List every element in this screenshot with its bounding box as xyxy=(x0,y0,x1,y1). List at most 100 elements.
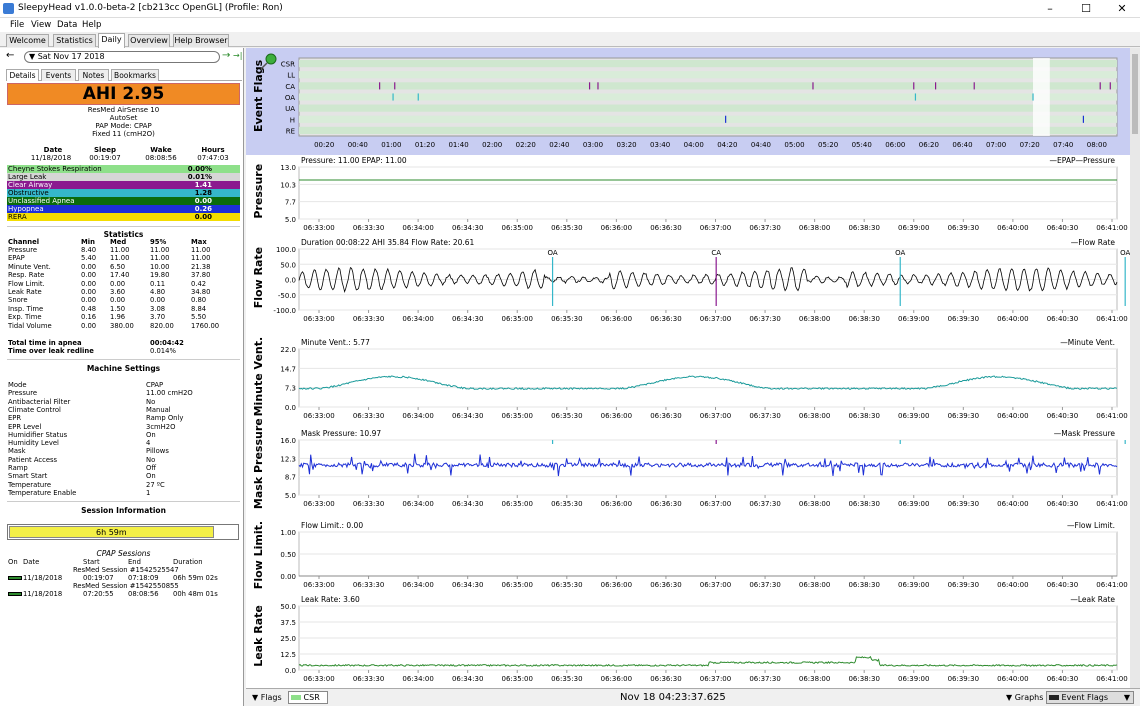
y-tick-label: 7.3 xyxy=(285,385,296,393)
hours-value: 07:47:03 xyxy=(197,154,229,162)
machine-setting-row: Humidity Level 4 xyxy=(7,439,240,447)
tab-help-browser[interactable]: Help Browser xyxy=(173,34,229,47)
setting-name: Patient Access xyxy=(8,455,58,464)
y-tick-label: 25.0 xyxy=(280,635,296,643)
next-day-arrow-icon[interactable]: → xyxy=(222,50,230,61)
flag-row-band xyxy=(299,126,1117,134)
time-tick: 00:40 xyxy=(348,141,368,149)
x-tick-label: 06:39:30 xyxy=(948,675,979,683)
last-day-arrow-icon[interactable]: →| xyxy=(233,51,242,60)
stat-value: 0.00 xyxy=(110,279,126,288)
stat-value: 0.00 xyxy=(81,279,97,288)
stat-value: 0.00 xyxy=(81,262,97,271)
graphs-toggle[interactable]: ▼ Graphs xyxy=(1006,693,1043,702)
tab-daily[interactable]: Daily xyxy=(98,33,125,48)
tab-statistics[interactable]: Statistics xyxy=(53,34,96,47)
menu-view[interactable]: View xyxy=(31,20,51,30)
session-enabled-checkbox[interactable] xyxy=(8,592,22,596)
x-tick-label: 06:33:30 xyxy=(353,581,384,589)
y-tick-label: 50.0 xyxy=(280,261,296,269)
graph-legend: —Mask Pressure xyxy=(1054,429,1116,438)
graph-header: Pressure: 11.00 EPAP: 11.00 xyxy=(301,156,407,165)
apnea-time-value: 00:04:42 xyxy=(150,339,184,347)
x-tick-label: 06:37:00 xyxy=(700,224,731,232)
flag-row-label: UA xyxy=(285,105,295,113)
menu-file[interactable]: File xyxy=(10,20,24,30)
tab-overview[interactable]: Overview xyxy=(128,34,170,47)
session-row[interactable]: 11/18/2018 00:19:07 07:18:09 06h 59m 02s xyxy=(7,574,240,582)
x-tick-label: 06:35:30 xyxy=(551,412,582,420)
event-marker-label: OA xyxy=(1120,249,1130,257)
detail-tabs: Details Events Notes Bookmarks xyxy=(6,69,242,81)
y-tick-label: -50.0 xyxy=(278,292,296,300)
time-tick: 02:00 xyxy=(482,141,502,149)
y-tick-label: 0.50 xyxy=(280,551,296,559)
graph-minvent[interactable] xyxy=(298,348,1118,410)
x-tick-label: 06:37:00 xyxy=(700,675,731,683)
flag-row-band xyxy=(299,71,1117,79)
time-tick: 07:40 xyxy=(1053,141,1073,149)
x-tick-label: 06:39:30 xyxy=(948,224,979,232)
menu-data[interactable]: Data xyxy=(57,20,77,30)
graphs-dropdown[interactable]: Event Flags ▼ xyxy=(1046,691,1134,704)
graphs-canvas[interactable]: CSR LL CA OA UA H RE 00:20 00:40 01:00 01:20 01:40 0… xyxy=(246,48,1140,688)
stat-header: Channel xyxy=(8,238,40,246)
subtab-notes[interactable]: Notes xyxy=(78,69,109,81)
graph-flowlim[interactable] xyxy=(298,531,1118,579)
y-tick-label: 0.00 xyxy=(280,573,296,581)
csr-color-swatch xyxy=(291,695,301,700)
graph-scrollbar[interactable] xyxy=(1130,48,1140,688)
event-index-row: Obstructive 1.28 xyxy=(7,189,240,197)
event-value: 0.00 xyxy=(194,197,212,205)
stat-value: 11.00 xyxy=(150,246,170,254)
scroll-thumb[interactable] xyxy=(1132,54,1138,134)
x-tick-label: 06:39:30 xyxy=(948,315,979,323)
stat-value: 0.16 xyxy=(81,313,97,322)
stat-value: 0.00 xyxy=(81,288,97,296)
x-tick-label: 06:35:30 xyxy=(551,224,582,232)
x-tick-label: 06:35:30 xyxy=(551,675,582,683)
x-tick-label: 06:40:30 xyxy=(1047,224,1078,232)
graph-pressure[interactable] xyxy=(298,166,1118,222)
y-tick-label: 8.7 xyxy=(285,474,296,482)
setting-name: Ramp xyxy=(8,464,28,472)
x-tick-label: 06:33:30 xyxy=(353,315,384,323)
tab-welcome[interactable]: Welcome xyxy=(6,34,49,47)
x-tick-label: 06:33:00 xyxy=(303,224,334,232)
flags-toggle[interactable]: ▼ Flags xyxy=(252,693,282,702)
maximize-button[interactable]: ☐ xyxy=(1068,0,1104,18)
session-row[interactable]: 11/18/2018 07:20:55 08:08:56 00h 48m 01s xyxy=(7,590,240,598)
divider xyxy=(7,226,240,227)
minimize-button[interactable]: – xyxy=(1032,0,1068,18)
hours-header: Hours xyxy=(201,146,225,154)
close-button[interactable]: ✕ xyxy=(1104,0,1140,18)
stat-channel: Insp. Time xyxy=(8,304,44,313)
stat-header: Max xyxy=(191,238,207,246)
menu-help[interactable]: Help xyxy=(82,20,101,30)
machine-setting-row: Mask Pillows xyxy=(7,447,240,455)
graph-leak[interactable] xyxy=(298,605,1118,673)
flags-dropdown[interactable]: CSR xyxy=(288,691,328,704)
sleep-header: Sleep xyxy=(94,146,116,154)
subtab-bookmarks[interactable]: Bookmarks xyxy=(111,69,159,81)
graph-mask[interactable] xyxy=(298,439,1140,498)
time-tick: 01:40 xyxy=(448,141,468,149)
machine-setting-row: Antibacterial Filter No xyxy=(7,398,240,406)
x-tick-label: 06:34:30 xyxy=(452,500,483,508)
x-tick-label: 06:34:30 xyxy=(452,581,483,589)
session-timeline-bar[interactable]: 6h 59m xyxy=(7,524,239,540)
bottom-bar: ▼ Flags CSR Nov 18 04:23:37.625 ▼ Graphs… xyxy=(246,688,1140,706)
subtab-events[interactable]: Events xyxy=(41,69,76,81)
graph-flow[interactable] xyxy=(298,248,1140,313)
statistics-row: Minute Vent. 0.00 6.50 10.00 21.38 xyxy=(7,263,240,271)
session-enabled-checkbox[interactable] xyxy=(8,576,22,580)
date-picker[interactable]: ▼ Sat Nov 17 2018 xyxy=(24,51,220,63)
stat-value: 5.40 xyxy=(81,254,97,263)
x-tick-label: 06:38:30 xyxy=(848,500,879,508)
prev-day-arrow-icon[interactable]: ← xyxy=(6,50,14,61)
subtab-details[interactable]: Details xyxy=(6,69,39,81)
x-tick-label: 06:35:30 xyxy=(551,581,582,589)
x-tick-label: 06:40:00 xyxy=(997,412,1028,420)
x-tick-label: 06:39:00 xyxy=(898,224,929,232)
machine-setting-row: EPR Level 3cmH2O xyxy=(7,423,240,431)
